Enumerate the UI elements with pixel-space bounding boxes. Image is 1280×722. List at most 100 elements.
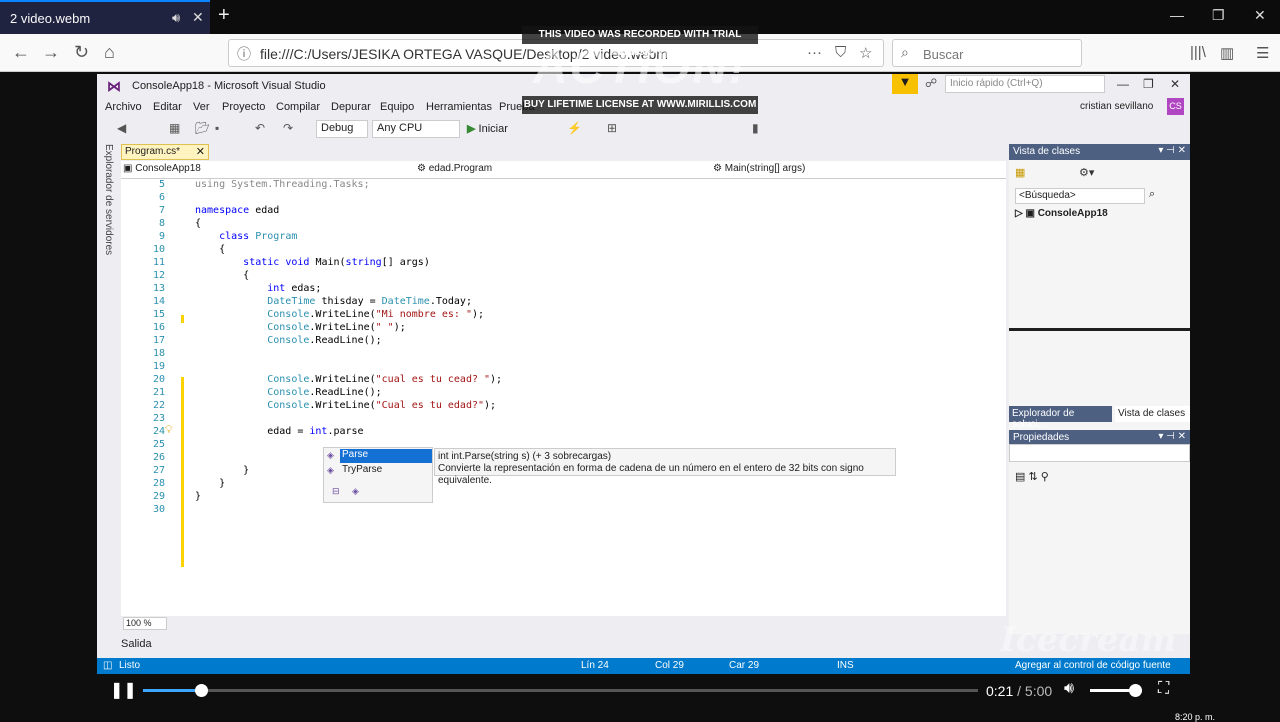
- zoom-select[interactable]: 100 %: [123, 617, 167, 630]
- filter-icon[interactable]: ▼: [892, 74, 918, 94]
- menu-proyecto[interactable]: Proyecto: [222, 101, 265, 113]
- start-button[interactable]: ▶ Iniciar: [467, 122, 508, 135]
- code-line[interactable]: }: [195, 465, 249, 476]
- undo-icon[interactable]: ↶: [255, 121, 265, 135]
- redo-icon[interactable]: ↷: [283, 121, 293, 135]
- menu-herramientas[interactable]: Herramientas: [426, 101, 492, 113]
- quick-launch-input[interactable]: Inicio rápido (Ctrl+Q): [945, 75, 1105, 93]
- lightbulb-icon[interactable]: 💡︎: [165, 424, 173, 437]
- info-icon[interactable]: ⓘ: [237, 44, 251, 64]
- volume-handle[interactable]: [1129, 684, 1143, 697]
- toolbar-icon-b[interactable]: ⊞: [607, 121, 617, 135]
- code-line[interactable]: int edas;: [195, 283, 321, 294]
- home-icon[interactable]: ⌂: [104, 42, 115, 63]
- search-icon[interactable]: ⌕: [1149, 188, 1155, 201]
- source-control[interactable]: Agregar al control de código fuente: [1015, 660, 1171, 671]
- play-pause-icon[interactable]: ❚❚: [110, 680, 137, 700]
- project-dropdown[interactable]: ▣ ConsoleApp18: [123, 163, 413, 177]
- server-explorer-strip[interactable]: Explorador de servidores: [97, 140, 121, 640]
- document-tab[interactable]: Program.cs* ✕: [121, 144, 209, 160]
- vs-minimize-icon[interactable]: —: [1117, 77, 1129, 91]
- browser-tab[interactable]: 2 video.webm 🔊︎ ✕: [0, 0, 210, 34]
- tree-item-project[interactable]: ▷ ▣ ConsoleApp18: [1015, 208, 1108, 219]
- menu-depurar[interactable]: Depurar: [331, 101, 371, 113]
- menu-archivo[interactable]: Archivo: [105, 101, 142, 113]
- intellisense-item-parse[interactable]: Parse: [340, 449, 432, 463]
- forward-icon[interactable]: →: [42, 42, 60, 63]
- feedback-icon[interactable]: ☍: [925, 76, 937, 90]
- window-close-icon[interactable]: ✕: [1254, 7, 1266, 24]
- nav-back-icon[interactable]: ◀: [117, 121, 126, 135]
- reload-icon[interactable]: ↻: [74, 42, 89, 63]
- code-line[interactable]: Console.ReadLine();: [195, 387, 381, 398]
- page-actions-icon[interactable]: ···: [807, 44, 822, 61]
- menu-icon[interactable]: ☰: [1256, 44, 1269, 62]
- restore-icon[interactable]: ❐: [1212, 7, 1225, 24]
- toolbar-icon-a[interactable]: ⚡: [567, 121, 582, 135]
- menu-ver[interactable]: Ver: [193, 101, 210, 113]
- user-name[interactable]: cristian sevillano: [1080, 101, 1153, 112]
- output-tab[interactable]: Salida: [121, 638, 152, 650]
- progress-bar[interactable]: [143, 684, 978, 697]
- menu-editar[interactable]: Editar: [153, 101, 182, 113]
- member-dropdown[interactable]: ⚙ Main(string[] args): [713, 163, 993, 177]
- menu-equipo[interactable]: Equipo: [380, 101, 414, 113]
- avatar[interactable]: CS: [1167, 98, 1184, 115]
- volume-icon[interactable]: 🔊︎: [1064, 680, 1074, 698]
- code-line[interactable]: DateTime thisday = DateTime.Today;: [195, 296, 472, 307]
- new-project-icon[interactable]: ▦: [169, 121, 180, 135]
- code-line[interactable]: }: [195, 478, 225, 489]
- speaker-icon[interactable]: 🔊︎: [172, 10, 180, 26]
- filter-methods-icon[interactable]: ◈: [352, 486, 359, 497]
- close-tab-icon[interactable]: ✕: [192, 9, 204, 26]
- search-bar[interactable]: ⌕ Buscar: [892, 39, 1082, 67]
- code-line[interactable]: Console.ReadLine();: [195, 335, 381, 346]
- code-line[interactable]: {: [195, 270, 249, 281]
- platform-select[interactable]: Any CPU: [372, 120, 460, 138]
- filter-members-icon[interactable]: ⊟: [332, 486, 340, 497]
- code-line[interactable]: Console.WriteLine("cual es tu cead? ");: [195, 374, 502, 385]
- minimize-icon[interactable]: —: [1170, 7, 1184, 23]
- pocket-icon[interactable]: ⛉: [835, 44, 846, 61]
- code-line[interactable]: {: [195, 218, 201, 229]
- sidebar-icon[interactable]: ▥: [1220, 44, 1234, 62]
- library-icon[interactable]: |||\: [1190, 44, 1206, 61]
- code-line[interactable]: namespace edad: [195, 205, 279, 216]
- tab-solution-explorer[interactable]: Explorador de soluci...: [1009, 406, 1112, 430]
- panel-close-icon[interactable]: ▾ ⊣ ✕: [1158, 145, 1186, 156]
- back-icon[interactable]: ←: [12, 42, 30, 63]
- bookmark-icon[interactable]: ▮: [752, 121, 759, 135]
- code-line[interactable]: Console.WriteLine("Mi nombre es: ");: [195, 309, 484, 320]
- settings-icon[interactable]: ⚙▾: [1079, 166, 1094, 179]
- properties-object-select[interactable]: [1009, 444, 1190, 462]
- vs-close-icon[interactable]: ✕: [1170, 77, 1180, 91]
- code-line[interactable]: using System.Threading.Tasks;: [195, 179, 370, 190]
- bookmark-star-icon[interactable]: ☆: [859, 44, 872, 62]
- tab-class-view[interactable]: Vista de clases: [1115, 406, 1190, 422]
- code-line[interactable]: {: [195, 244, 225, 255]
- code-line[interactable]: Console.WriteLine("Cual es tu edad?");: [195, 400, 496, 411]
- code-line[interactable]: edad = int.parse: [195, 426, 363, 437]
- intellisense-item-tryparse[interactable]: TryParse: [342, 464, 382, 475]
- code-line[interactable]: Console.WriteLine(" ");: [195, 322, 406, 333]
- class-dropdown[interactable]: ⚙ edad.Program: [417, 163, 707, 177]
- code-line[interactable]: }: [195, 491, 201, 502]
- properties-sort-icon[interactable]: ▤ ⇅ ⚲: [1015, 470, 1049, 483]
- code-editor[interactable]: 5 6 7 8 9 10 11 12 13 14 15 16 17 18 19 20 21 22 23 24 25 26 2…: [121, 179, 1025, 616]
- intellisense-list[interactable]: ◈ Parse ◈ TryParse ⊟ ◈: [323, 447, 433, 503]
- config-select[interactable]: Debug: [316, 120, 368, 138]
- close-doc-icon[interactable]: ✕: [196, 145, 205, 158]
- open-icon[interactable]: 📂︎: [195, 121, 210, 135]
- new-tab-icon[interactable]: +: [218, 4, 230, 27]
- menu-compilar[interactable]: Compilar: [276, 101, 320, 113]
- fullscreen-icon[interactable]: ⛶: [1158, 680, 1169, 698]
- progress-handle[interactable]: [195, 684, 209, 697]
- properties-close-icon[interactable]: ▾ ⊣ ✕: [1158, 431, 1186, 442]
- volume-slider[interactable]: [1090, 684, 1143, 697]
- vs-restore-icon[interactable]: ❐: [1143, 77, 1154, 91]
- code-line[interactable]: static void Main(string[] args): [195, 257, 430, 268]
- save-icon[interactable]: ▪: [215, 121, 219, 135]
- class-search-input[interactable]: <Búsqueda>: [1015, 188, 1145, 204]
- class-view-toolbar-icon[interactable]: ▦: [1015, 166, 1025, 179]
- code-line[interactable]: class Program: [195, 231, 297, 242]
